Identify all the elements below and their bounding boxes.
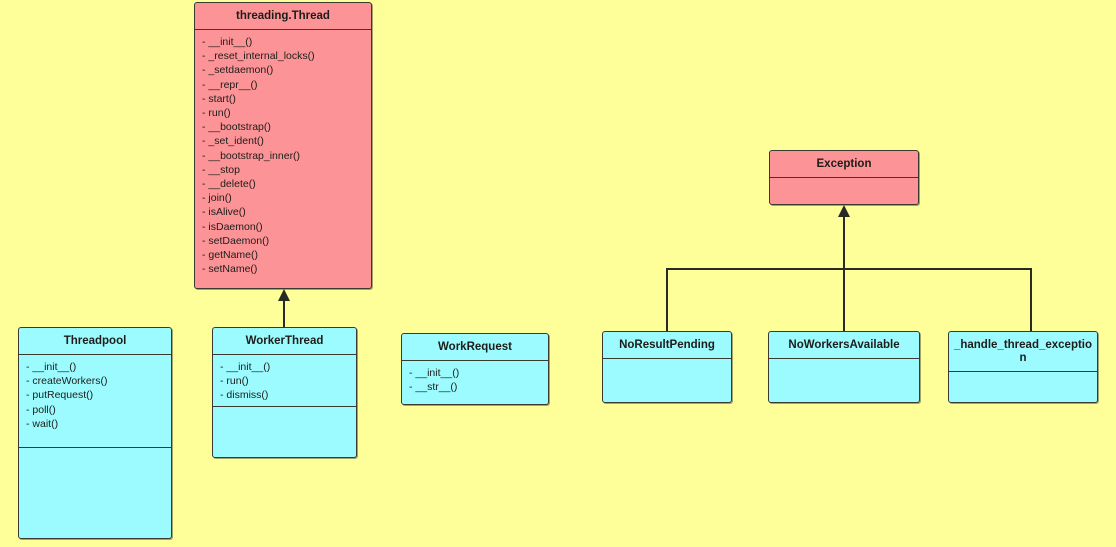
uml-members-compartment: - __init__() - createWorkers() - putRequ… xyxy=(19,355,171,448)
generalization-drop-noresultpending xyxy=(666,268,668,331)
uml-class-title: Exception xyxy=(770,151,918,178)
uml-member: - __init__() xyxy=(220,361,271,373)
uml-diagram-canvas: threading.Thread - __init__() - _reset_i… xyxy=(0,0,1116,547)
uml-class-workerthread[interactable]: WorkerThread - __init__() - run() - dism… xyxy=(212,327,357,458)
uml-class-threading-thread[interactable]: threading.Thread - __init__() - _reset_i… xyxy=(194,2,372,289)
uml-member: - __bootstrap() xyxy=(202,121,271,134)
uml-member: - _setdaemon() xyxy=(202,64,274,77)
uml-member: - run() xyxy=(202,107,231,120)
uml-member: - __init__() xyxy=(409,367,460,379)
uml-members-compartment: - __init__() - _reset_internal_locks() -… xyxy=(195,30,371,288)
uml-member: - _set_ident() xyxy=(202,135,264,148)
uml-class-noworkersavailable[interactable]: NoWorkersAvailable xyxy=(768,331,920,403)
uml-member: - start() xyxy=(202,92,236,105)
generalization-bus xyxy=(666,268,1032,270)
uml-member: - __stop xyxy=(202,163,240,176)
generalization-drop-handle-thread-exception xyxy=(1030,268,1032,331)
uml-member: - putRequest() xyxy=(26,389,94,402)
uml-class-threadpool[interactable]: Threadpool - __init__() - createWorkers(… xyxy=(18,327,172,539)
generalization-arrowhead xyxy=(838,205,850,217)
uml-member: - __repr__() xyxy=(202,78,258,91)
uml-member: - __init__() xyxy=(202,36,253,48)
uml-member: - dismiss() xyxy=(220,389,269,402)
generalization-arrowhead xyxy=(278,289,290,301)
uml-member: - getName() xyxy=(202,249,259,262)
uml-class-workrequest[interactable]: WorkRequest - __init__() - __str__() xyxy=(401,333,549,405)
uml-class-noresultpending[interactable]: NoResultPending xyxy=(602,331,732,403)
uml-class-title: NoWorkersAvailable xyxy=(769,332,919,359)
generalization-workerthread-to-thread xyxy=(283,300,285,327)
uml-class-exception[interactable]: Exception xyxy=(769,150,919,205)
uml-members-compartment: - __init__() - run() - dismiss() xyxy=(213,355,356,407)
uml-member: - poll() xyxy=(26,403,56,416)
uml-member: - __bootstrap_inner() xyxy=(202,149,301,162)
uml-member: - _reset_internal_locks() xyxy=(202,50,315,63)
uml-member: - setDaemon() xyxy=(202,234,270,247)
uml-class-title: Threadpool xyxy=(19,328,171,355)
uml-members-compartment: - __init__() - __str__() xyxy=(402,361,548,404)
uml-class-title: _handle_thread_exception xyxy=(949,332,1097,372)
uml-member: - __str__() xyxy=(409,381,458,394)
uml-class-title: threading.Thread xyxy=(195,3,371,30)
uml-member: - createWorkers() xyxy=(26,375,108,388)
uml-class-handle-thread-exception[interactable]: _handle_thread_exception xyxy=(948,331,1098,403)
uml-class-title: WorkRequest xyxy=(402,334,548,361)
generalization-stem-exception xyxy=(843,217,845,331)
uml-member: - isDaemon() xyxy=(202,220,263,233)
uml-class-title: NoResultPending xyxy=(603,332,731,359)
uml-member: - setName() xyxy=(202,263,258,276)
uml-member: - join() xyxy=(202,192,232,205)
uml-member: - __delete() xyxy=(202,178,256,191)
uml-class-title: WorkerThread xyxy=(213,328,356,355)
uml-member: - __init__() xyxy=(26,361,77,373)
uml-member: - wait() xyxy=(26,417,59,430)
uml-member: - run() xyxy=(220,375,249,388)
uml-member: - isAlive() xyxy=(202,206,246,219)
